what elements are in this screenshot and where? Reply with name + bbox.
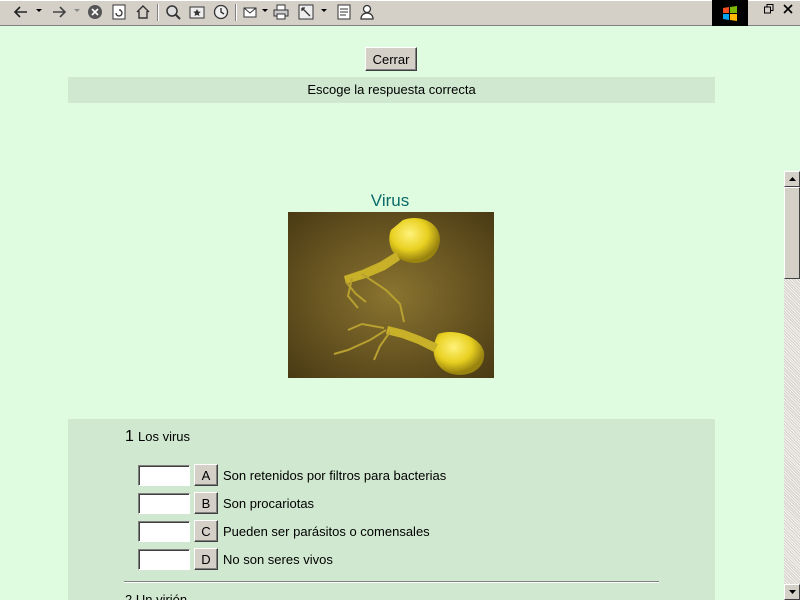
browser-toolbar bbox=[0, 0, 800, 26]
forward-dropdown-icon[interactable] bbox=[74, 9, 80, 12]
toolbar-separator bbox=[157, 4, 159, 21]
scroll-thumb[interactable] bbox=[784, 187, 800, 279]
mail-dropdown-icon[interactable] bbox=[262, 9, 268, 12]
fullscreen-icon[interactable] bbox=[296, 3, 316, 21]
close-button[interactable]: Cerrar bbox=[365, 47, 417, 71]
forward-icon[interactable] bbox=[48, 3, 70, 21]
option-c-button[interactable]: C bbox=[194, 520, 218, 542]
option-c-input[interactable] bbox=[138, 520, 190, 542]
option-b-input[interactable] bbox=[138, 492, 190, 514]
fullscreen-dropdown-icon[interactable] bbox=[321, 9, 327, 12]
back-icon[interactable] bbox=[10, 3, 32, 21]
close-icon[interactable] bbox=[779, 3, 797, 19]
edit-icon[interactable] bbox=[334, 3, 354, 21]
option-d-text: No son seres vivos bbox=[223, 551, 333, 567]
back-dropdown-icon[interactable] bbox=[36, 9, 42, 12]
option-a-button[interactable]: A bbox=[194, 464, 218, 486]
restore-icon[interactable] bbox=[760, 3, 778, 19]
windows-logo-icon bbox=[712, 0, 748, 26]
question-number: 1 bbox=[125, 428, 134, 445]
option-d-button[interactable]: D bbox=[194, 548, 218, 570]
scroll-down-icon[interactable] bbox=[784, 584, 800, 600]
stop-icon[interactable] bbox=[85, 3, 105, 21]
option-a-input[interactable] bbox=[138, 464, 190, 486]
option-b-text: Son procariotas bbox=[223, 495, 315, 511]
favorites-icon[interactable] bbox=[187, 3, 207, 21]
refresh-icon[interactable] bbox=[109, 3, 129, 21]
messenger-icon[interactable] bbox=[357, 3, 377, 21]
divider bbox=[124, 581, 659, 583]
print-icon[interactable] bbox=[271, 3, 291, 21]
toolbar-separator bbox=[235, 4, 237, 21]
option-d-row: D No son seres vivos bbox=[138, 548, 333, 570]
page-title: Virus bbox=[370, 191, 410, 210]
next-question-text: 2 Un virión bbox=[125, 592, 188, 600]
option-a-row: A Son retenidos por filtros para bacteri… bbox=[138, 464, 446, 486]
scroll-up-icon[interactable] bbox=[784, 171, 800, 187]
option-c-text: Pueden ser parásitos o comensales bbox=[223, 523, 430, 539]
instruction-bar: Escoge la respuesta correcta bbox=[68, 77, 715, 103]
option-b-button[interactable]: B bbox=[194, 492, 218, 514]
home-icon[interactable] bbox=[133, 3, 153, 21]
question-text: Los virus bbox=[138, 429, 191, 444]
mail-icon[interactable] bbox=[241, 3, 261, 21]
option-d-input[interactable] bbox=[138, 548, 190, 570]
option-b-row: B Son procariotas bbox=[138, 492, 314, 514]
history-icon[interactable] bbox=[211, 3, 231, 21]
search-icon[interactable] bbox=[163, 3, 183, 21]
option-c-row: C Pueden ser parásitos o comensales bbox=[138, 520, 430, 542]
option-a-text: Son retenidos por filtros para bacterias bbox=[223, 467, 447, 483]
virus-photo bbox=[288, 212, 494, 378]
